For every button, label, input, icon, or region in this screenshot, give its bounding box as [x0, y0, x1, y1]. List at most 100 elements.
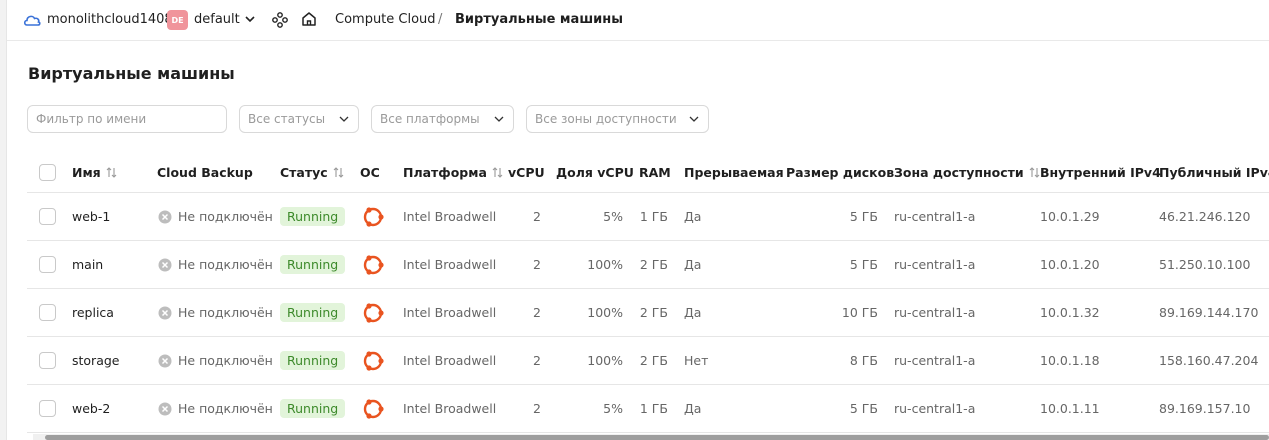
- vm-name-link[interactable]: main: [72, 257, 103, 272]
- row-checkbox[interactable]: [39, 208, 56, 225]
- zone-filter-select[interactable]: Все зоны доступности: [526, 105, 709, 133]
- column-vcpu-label: vCPU: [508, 164, 545, 180]
- zone-value: ru-central1-a: [894, 257, 976, 272]
- chevron-down-icon: [494, 116, 504, 122]
- column-header-preemptible: Прерываемая: [684, 152, 784, 192]
- zone-filter-value: Все зоны доступности: [535, 112, 677, 126]
- preemptible-value: Да: [684, 257, 702, 272]
- vcpu-value: 2: [533, 257, 541, 272]
- platform-filter-select[interactable]: Все платформы: [371, 105, 514, 133]
- column-os-label: ОС: [360, 164, 380, 180]
- column-header-backup: Cloud Backup: [157, 152, 253, 192]
- column-header-vcpu-share: Доля vCPU: [556, 152, 634, 192]
- row-checkbox[interactable]: [39, 400, 56, 417]
- column-header-platform[interactable]: Платформа: [403, 152, 504, 192]
- name-filter-placeholder: Фильтр по имени: [36, 112, 147, 126]
- vm-name-link[interactable]: web-1: [72, 209, 110, 224]
- column-header-status[interactable]: Статус: [280, 152, 345, 192]
- internal-ipv4-value: 10.0.1.20: [1040, 257, 1100, 272]
- disk-size-value: 8 ГБ: [849, 353, 878, 368]
- table-row[interactable]: web-2 Не подключён Running Intel Broadwell 2…: [27, 385, 1269, 433]
- platform-filter-value: Все платформы: [380, 112, 480, 126]
- column-header-os: ОС: [360, 152, 380, 192]
- name-filter-input[interactable]: Фильтр по имени: [27, 105, 227, 133]
- status-filter-value: Все статусы: [248, 112, 326, 126]
- platform-value: Intel Broadwell: [403, 209, 497, 224]
- row-checkbox[interactable]: [39, 304, 56, 321]
- column-ram-label: RAM: [639, 164, 671, 180]
- page-title: Виртуальные машины: [28, 64, 235, 83]
- sort-icon: [492, 166, 503, 178]
- top-header: monolithcloud1408 DE default Compute Clo…: [7, 0, 1269, 41]
- chevron-down-icon[interactable]: [243, 12, 257, 26]
- left-navigation-strip: [0, 0, 7, 440]
- horizontal-scrollbar-thumb[interactable]: [45, 435, 1269, 440]
- table-row[interactable]: main Не подключён Running Intel Broadwell 2 1…: [27, 241, 1269, 289]
- table-row[interactable]: replica Не подключён Running Intel Broadwel…: [27, 289, 1269, 337]
- backup-status: Не подключён: [178, 401, 273, 416]
- public-ipv4-value: 51.250.10.100: [1159, 257, 1251, 272]
- internal-ipv4-value: 10.0.1.18: [1040, 353, 1100, 368]
- column-ipv4-internal-label: Внутренний IPv4: [1040, 164, 1161, 180]
- disk-size-value: 5 ГБ: [849, 257, 878, 272]
- ubuntu-icon: [363, 302, 384, 323]
- row-checkbox[interactable]: [39, 352, 56, 369]
- column-header-zone[interactable]: Зона доступности: [894, 152, 1041, 192]
- zone-value: ru-central1-a: [894, 209, 976, 224]
- not-connected-icon: [158, 354, 172, 367]
- vcpu-share-value: 100%: [587, 305, 623, 320]
- column-disk-label: Размер дисков: [786, 164, 895, 180]
- column-vcpu-share-label: Доля vCPU: [556, 164, 634, 180]
- sort-icon: [106, 166, 117, 178]
- cloud-icon: [23, 15, 41, 26]
- backup-status: Не подключён: [178, 353, 273, 368]
- table-row[interactable]: web-1 Не подключён Running Intel Broadwell 2…: [27, 193, 1269, 241]
- row-checkbox[interactable]: [39, 256, 56, 273]
- backup-status: Не подключён: [178, 209, 273, 224]
- ram-value: 2 ГБ: [639, 305, 668, 320]
- public-ipv4-value: 158.160.47.204: [1159, 353, 1259, 368]
- status-badge: Running: [280, 351, 346, 370]
- vm-name-link[interactable]: web-2: [72, 401, 110, 416]
- vcpu-value: 2: [533, 305, 541, 320]
- ram-value: 2 ГБ: [639, 257, 668, 272]
- folder-avatar: DE: [167, 10, 188, 30]
- zone-value: ru-central1-a: [894, 305, 976, 320]
- table-row[interactable]: storage Не подключён Running Intel Broadwel…: [27, 337, 1269, 385]
- home-icon[interactable]: [300, 10, 318, 28]
- disk-size-value: 10 ГБ: [841, 305, 878, 320]
- ram-value: 2 ГБ: [639, 353, 668, 368]
- status-filter-select[interactable]: Все статусы: [239, 105, 359, 133]
- vcpu-value: 2: [533, 401, 541, 416]
- column-header-disk: Размер дисков: [786, 152, 894, 192]
- breadcrumb-service[interactable]: Compute Cloud: [335, 12, 436, 27]
- folder-name[interactable]: default: [194, 12, 240, 27]
- select-all-checkbox[interactable]: [39, 163, 56, 181]
- status-badge: Running: [280, 207, 346, 226]
- column-header-ipv4-public: Публичный IPv4: [1159, 152, 1269, 192]
- ram-value: 1 ГБ: [639, 209, 668, 224]
- ubuntu-icon: [363, 398, 384, 419]
- cloud-name[interactable]: monolithcloud1408: [47, 12, 173, 27]
- status-badge: Running: [280, 255, 346, 274]
- sort-icon: [1029, 166, 1040, 178]
- ubuntu-icon: [363, 254, 384, 275]
- ubuntu-icon: [363, 206, 384, 227]
- internal-ipv4-value: 10.0.1.11: [1040, 401, 1100, 416]
- vm-name-link[interactable]: storage: [72, 353, 120, 368]
- internal-ipv4-value: 10.0.1.29: [1040, 209, 1100, 224]
- vm-name-link[interactable]: replica: [72, 305, 114, 320]
- internal-ipv4-value: 10.0.1.32: [1040, 305, 1100, 320]
- public-ipv4-value: 89.169.157.10: [1159, 401, 1251, 416]
- vcpu-share-value: 100%: [587, 353, 623, 368]
- breadcrumb-separator: /: [438, 12, 443, 27]
- vcpu-value: 2: [533, 209, 541, 224]
- column-header-name[interactable]: Имя: [72, 152, 118, 192]
- zone-value: ru-central1-a: [894, 401, 976, 416]
- vcpu-share-value: 5%: [603, 209, 623, 224]
- preemptible-value: Да: [684, 305, 702, 320]
- vcpu-share-value: 5%: [603, 401, 623, 416]
- sort-icon: [333, 166, 344, 178]
- services-icon[interactable]: [271, 11, 289, 29]
- column-header-ram: RAM: [639, 152, 671, 192]
